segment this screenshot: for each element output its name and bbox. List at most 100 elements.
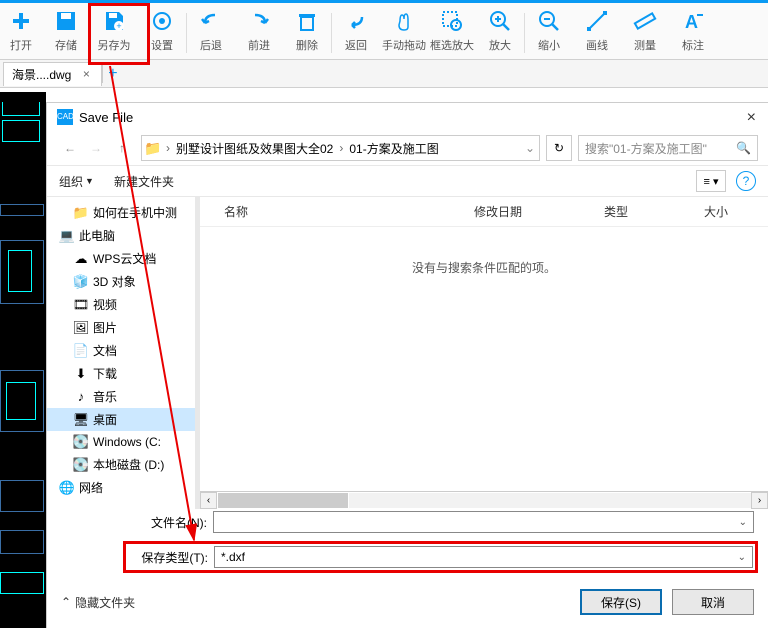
chevron-down-icon[interactable]: ⌄ [738,552,746,563]
tree-item-pc[interactable]: 💻此电脑 [47,224,195,247]
save-icon [54,9,78,33]
chevron-up-icon: ⌃ [61,595,71,609]
saveas-icon: + [102,9,126,33]
tree-item-doc[interactable]: 📄文档 [47,339,195,362]
toolbar-measure-button[interactable]: 测量 [621,3,669,59]
toolbar-label: 画线 [586,37,608,53]
tree-label: 图片 [93,319,117,336]
tree-label: 网络 [79,479,103,496]
toolbar-undo-button[interactable]: 后退 [187,3,235,59]
view-mode-button[interactable]: ≡ ▾ [696,170,726,192]
tree-label: 下载 [93,365,117,382]
dialog-titlebar: CAD Save File × [47,103,768,131]
tree-item-3d[interactable]: 🧊3D 对象 [47,270,195,293]
svg-text:A: A [685,12,698,32]
scroll-left-button[interactable]: ‹ [200,492,217,509]
toolbar-label: 手动拖动 [382,37,426,53]
tree-item-folder[interactable]: 📁如何在手机中测 [47,201,195,224]
document-tab[interactable]: 海景....dwg × [3,62,102,86]
toolbar-line-button[interactable]: 画线 [573,3,621,59]
cancel-button[interactable]: 取消 [672,589,754,615]
refresh-button[interactable]: ↻ [546,135,572,161]
column-headers[interactable]: 名称 修改日期 类型 大小 [200,197,768,227]
3d-icon: 🧊 [73,274,89,290]
toolbar-zoomwin-button[interactable]: 框选放大 [428,3,476,59]
tree-label: 如何在手机中测 [93,204,177,221]
toolbar-label: 放大 [489,37,511,53]
breadcrumb-item[interactable]: 01-方案及施工图 [345,140,442,157]
toolbar-settings-button[interactable]: 设置 [138,3,186,59]
toolbar-saveas-button[interactable]: +另存为 [90,3,138,59]
tree-item-disk[interactable]: 💽Windows (C: [47,431,195,453]
tab-add-button[interactable]: + [102,65,122,83]
toolbar-save-button[interactable]: 存储 [42,3,90,59]
tree-label: Windows (C: [93,435,161,449]
tree-item-disk[interactable]: 💽本地磁盘 (D:) [47,453,195,476]
line-icon [585,9,609,33]
toolbar-zoomin-button[interactable]: 放大 [476,3,524,59]
search-input[interactable]: 搜索"01-方案及施工图" 🔍 [578,135,758,161]
tree-item-music[interactable]: ♪音乐 [47,385,195,408]
pic-icon: 🖼 [73,320,89,336]
folder-icon: 📁 [142,140,164,157]
redo-icon [247,9,271,33]
organize-menu[interactable]: 组织▼ [59,173,94,190]
pc-icon: 💻 [59,228,75,244]
annot-icon: A [681,9,705,33]
horizontal-scrollbar[interactable]: ‹ › [200,491,768,509]
back-button[interactable]: ← [57,135,83,161]
breadcrumb[interactable]: 📁 › 别墅设计图纸及效果图大全02 › 01-方案及施工图 ⌄ [141,135,540,161]
tree-item-desktop[interactable]: 🖥桌面 [47,408,195,431]
tree-label: 音乐 [93,388,117,405]
file-list[interactable]: 名称 修改日期 类型 大小 没有与搜索条件匹配的项。 ‹ › [200,197,768,509]
col-name[interactable]: 名称 [224,203,474,220]
toolbar-delete-button[interactable]: 删除 [283,3,331,59]
col-modified[interactable]: 修改日期 [474,203,604,220]
tree-item-video[interactable]: 🎞视频 [47,293,195,316]
filename-label: 文件名(N): [127,514,207,531]
chevron-down-icon[interactable]: ⌄ [739,517,747,528]
new-folder-button[interactable]: 新建文件夹 [114,173,174,190]
search-placeholder: 搜索"01-方案及施工图" [585,140,707,157]
tree-item-pic[interactable]: 🖼图片 [47,316,195,339]
help-button[interactable]: ? [736,171,756,191]
up-button[interactable]: ↑ [109,135,135,161]
zoomin-icon [488,9,512,33]
toolbar-annot-button[interactable]: A标注 [669,3,717,59]
filetype-select[interactable]: *.dxf ⌄ [214,546,753,568]
cad-canvas[interactable] [0,92,46,628]
toolbar-return-button[interactable]: 返回 [332,3,380,59]
hide-folders-toggle[interactable]: ⌃ 隐藏文件夹 [61,594,135,611]
toolbar-label: 后退 [200,37,222,53]
breadcrumb-dropdown[interactable]: ⌄ [521,135,539,161]
toolbar-pan-button[interactable]: 手动拖动 [380,3,428,59]
main-toolbar: 打开 存储 +另存为设置后退前进删除返回手动拖动框选放大放大缩小画线 测量 A标注 [0,0,768,60]
filename-input[interactable]: ⌄ [213,511,754,533]
col-type[interactable]: 类型 [604,203,704,220]
toolbar-open-button[interactable]: 打开 [0,3,42,59]
highlight-filetype: 保存类型(T): *.dxf ⌄ [123,541,758,573]
tree-item-dl[interactable]: ⬇下载 [47,362,195,385]
forward-button[interactable]: → [83,135,109,161]
folder-tree[interactable]: 📁如何在手机中测💻此电脑☁WPS云文档🧊3D 对象🎞视频🖼图片📄文档⬇下载♪音乐… [47,197,195,509]
search-icon: 🔍 [736,141,751,155]
close-icon[interactable]: × [747,109,756,127]
toolbar-label: 存储 [55,37,77,53]
col-size[interactable]: 大小 [704,203,728,220]
breadcrumb-item[interactable]: 别墅设计图纸及效果图大全02 [172,140,337,157]
toolbar-zoomout-button[interactable]: 缩小 [525,3,573,59]
tree-item-net[interactable]: 🌐网络 [47,476,195,499]
dialog-title: Save File [79,110,133,125]
toolbar-redo-button[interactable]: 前进 [235,3,283,59]
tree-label: 视频 [93,296,117,313]
save-button[interactable]: 保存(S) [580,589,662,615]
tab-close-icon[interactable]: × [79,67,93,81]
scroll-right-button[interactable]: › [751,492,768,509]
tab-label: 海景....dwg [12,66,71,83]
tree-item-cloud[interactable]: ☁WPS云文档 [47,247,195,270]
scroll-thumb[interactable] [218,493,348,508]
zoomwin-icon [440,9,464,33]
toolbar-label: 测量 [634,37,656,53]
button-row: ⌃ 隐藏文件夹 保存(S) 取消 [47,583,768,621]
toolbar-label: 打开 [10,37,32,53]
